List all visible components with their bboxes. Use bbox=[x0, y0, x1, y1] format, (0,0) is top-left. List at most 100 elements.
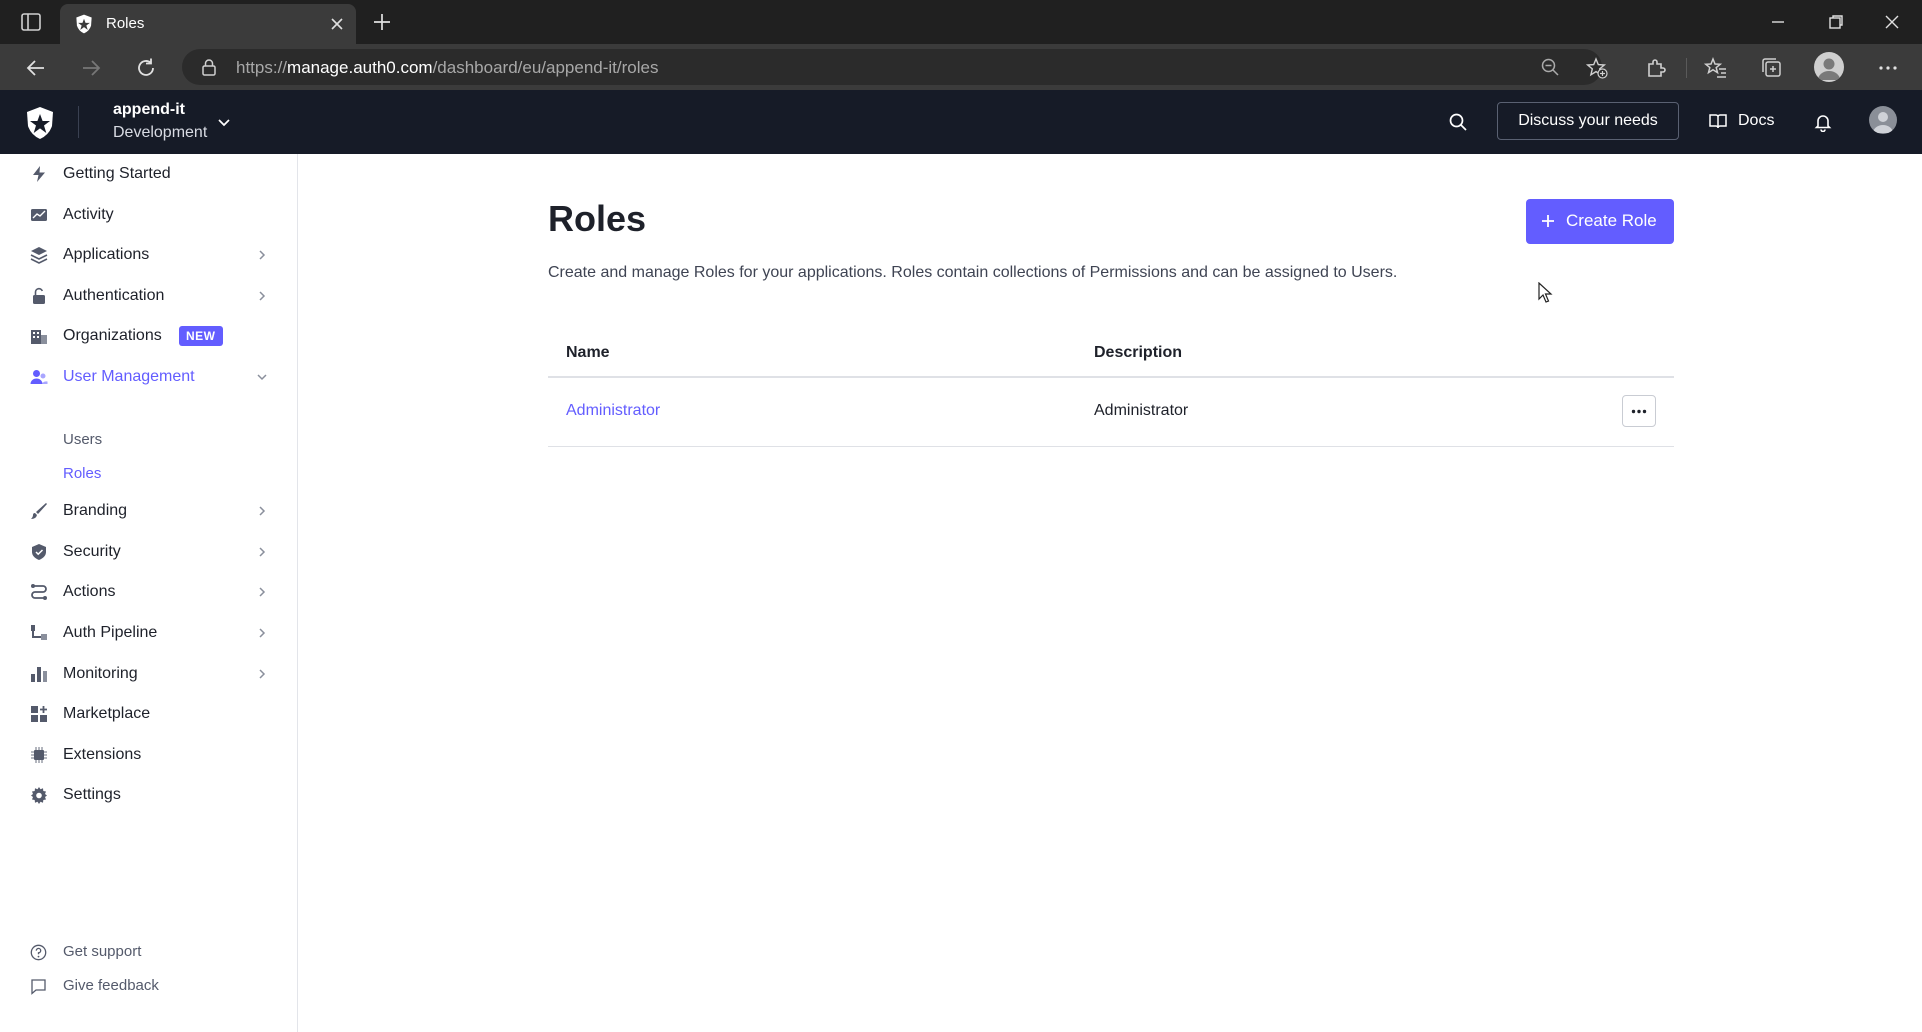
browser-tab[interactable]: Roles bbox=[60, 4, 356, 44]
sidebar-item-label: Organizations bbox=[63, 327, 162, 344]
auth0-logo-icon[interactable] bbox=[24, 106, 56, 140]
sidebar-item-label: Getting Started bbox=[63, 165, 171, 182]
row-actions-button[interactable] bbox=[1622, 395, 1656, 427]
page-description: Create and manage Roles for your applica… bbox=[548, 264, 1398, 281]
grid-plus-icon bbox=[30, 705, 48, 723]
page-title: Roles bbox=[548, 198, 647, 239]
sidebar-item-label: Auth Pipeline bbox=[63, 624, 158, 641]
sidebar-item-settings[interactable]: Settings bbox=[0, 775, 298, 815]
sidebar-item-label: User Management bbox=[63, 368, 195, 385]
create-role-button[interactable]: Create Role bbox=[1526, 199, 1674, 244]
chevron-right-icon bbox=[255, 667, 269, 681]
lock-icon[interactable] bbox=[200, 58, 218, 76]
sidebar-item-actions[interactable]: Actions bbox=[0, 572, 298, 612]
avatar[interactable] bbox=[1869, 106, 1897, 134]
sidebar-item-label: Settings bbox=[63, 786, 121, 803]
plus-icon bbox=[1540, 213, 1556, 229]
chevron-right-icon bbox=[255, 545, 269, 559]
bell-icon[interactable] bbox=[1813, 112, 1833, 132]
mouse-cursor-icon bbox=[1538, 282, 1554, 304]
help-circle-icon bbox=[30, 944, 47, 961]
back-icon[interactable] bbox=[24, 56, 48, 80]
give-feedback-label: Give feedback bbox=[63, 977, 159, 994]
more-icon bbox=[1631, 409, 1647, 414]
sidebar-item-security[interactable]: Security bbox=[0, 532, 298, 572]
lock-open-icon bbox=[30, 287, 48, 305]
tenant-environment: Development bbox=[113, 124, 208, 141]
sidebar-item-label: Extensions bbox=[63, 746, 142, 763]
bar-chart-icon bbox=[30, 665, 48, 683]
restore-icon[interactable] bbox=[1826, 12, 1846, 32]
more-icon[interactable] bbox=[1876, 56, 1900, 80]
gear-icon bbox=[30, 786, 48, 804]
sidebar-subitem-roles[interactable]: Roles bbox=[63, 465, 101, 482]
sidebar-item-monitoring[interactable]: Monitoring bbox=[0, 654, 298, 694]
window-close-icon[interactable] bbox=[1882, 12, 1902, 32]
sidebar-subitem-users[interactable]: Users bbox=[63, 431, 102, 448]
sidebar-item-label: Authentication bbox=[63, 287, 165, 304]
sidebar-item-auth-pipeline[interactable]: Auth Pipeline bbox=[0, 613, 298, 653]
search-icon[interactable] bbox=[1448, 112, 1468, 132]
sidebar-item-user-management[interactable]: User Management bbox=[0, 357, 298, 397]
sidebar-item-getting-started[interactable]: Getting Started bbox=[0, 154, 298, 194]
chevron-right-icon bbox=[255, 585, 269, 599]
column-header-name[interactable]: Name bbox=[566, 344, 610, 362]
sidebar-item-applications[interactable]: Applications bbox=[0, 235, 298, 275]
role-name-link[interactable]: Administrator bbox=[566, 402, 660, 420]
get-support-link[interactable]: Get support bbox=[0, 937, 298, 967]
layers-icon bbox=[30, 246, 48, 264]
address-bar[interactable]: https://manage.auth0.com/dashboard/eu/ap… bbox=[182, 49, 1608, 85]
sidebar-toggle-icon[interactable] bbox=[20, 12, 42, 32]
header-divider bbox=[78, 106, 79, 138]
browser-toolbar: https://manage.auth0.com/dashboard/eu/ap… bbox=[0, 44, 1922, 90]
url-path: /dashboard/eu/append-it/roles bbox=[432, 58, 659, 77]
url-text[interactable]: https://manage.auth0.com/dashboard/eu/ap… bbox=[236, 58, 658, 78]
column-header-description: Description bbox=[1094, 344, 1183, 361]
give-feedback-link[interactable]: Give feedback bbox=[0, 971, 298, 1001]
chevron-right-icon bbox=[255, 248, 269, 262]
sidebar-item-activity[interactable]: Activity bbox=[0, 195, 298, 235]
refresh-icon[interactable] bbox=[134, 56, 158, 80]
sidebar-item-authentication[interactable]: Authentication bbox=[0, 276, 298, 316]
get-support-label: Get support bbox=[63, 943, 142, 960]
create-role-label: Create Role bbox=[1566, 211, 1657, 230]
activity-chart-icon bbox=[30, 206, 48, 224]
sidebar-item-extensions[interactable]: Extensions bbox=[0, 735, 298, 775]
docs-label: Docs bbox=[1738, 112, 1775, 129]
favorites-icon[interactable] bbox=[1704, 56, 1728, 80]
sidebar-item-label: Monitoring bbox=[63, 665, 138, 682]
new-badge: NEW bbox=[179, 326, 223, 346]
collections-icon[interactable] bbox=[1760, 56, 1784, 80]
browser-tab-bar: Roles bbox=[0, 0, 1922, 45]
zoom-icon[interactable] bbox=[1540, 57, 1560, 77]
chevron-down-icon[interactable] bbox=[216, 114, 232, 130]
discuss-your-needs-button[interactable]: Discuss your needs bbox=[1497, 102, 1679, 140]
minimize-icon[interactable] bbox=[1768, 12, 1788, 32]
sidebar-item-label: Applications bbox=[63, 246, 150, 263]
lightning-icon bbox=[30, 165, 48, 183]
forward-icon[interactable] bbox=[79, 56, 103, 80]
building-icon bbox=[30, 327, 48, 345]
table-row: Administrator Administrator bbox=[548, 378, 1674, 447]
tab-title: Roles bbox=[106, 15, 145, 32]
sidebar-item-label: Branding bbox=[63, 502, 128, 519]
chat-bubble-icon bbox=[30, 978, 47, 995]
sidebar-item-label: Marketplace bbox=[63, 705, 151, 722]
tenant-name: append-it bbox=[113, 101, 185, 118]
close-icon[interactable] bbox=[328, 15, 346, 33]
chevron-right-icon bbox=[255, 626, 269, 640]
sidebar-item-organizations[interactable]: Organizations NEW bbox=[0, 316, 298, 356]
extensions-icon[interactable] bbox=[1644, 56, 1668, 80]
sidebar-item-label: Activity bbox=[63, 206, 114, 223]
profile-icon[interactable] bbox=[1814, 52, 1844, 82]
chevron-right-icon bbox=[255, 289, 269, 303]
sidebar-item-label: Actions bbox=[63, 583, 116, 600]
url-host: manage.auth0.com bbox=[287, 58, 433, 77]
chevron-down-icon bbox=[255, 370, 269, 384]
book-icon bbox=[1708, 111, 1728, 131]
add-favorite-icon[interactable] bbox=[1586, 57, 1608, 79]
plus-icon[interactable] bbox=[372, 12, 392, 32]
table-header: Name Description bbox=[548, 330, 1674, 378]
sidebar-item-marketplace[interactable]: Marketplace bbox=[0, 694, 298, 734]
sidebar-item-branding[interactable]: Branding bbox=[0, 491, 298, 531]
